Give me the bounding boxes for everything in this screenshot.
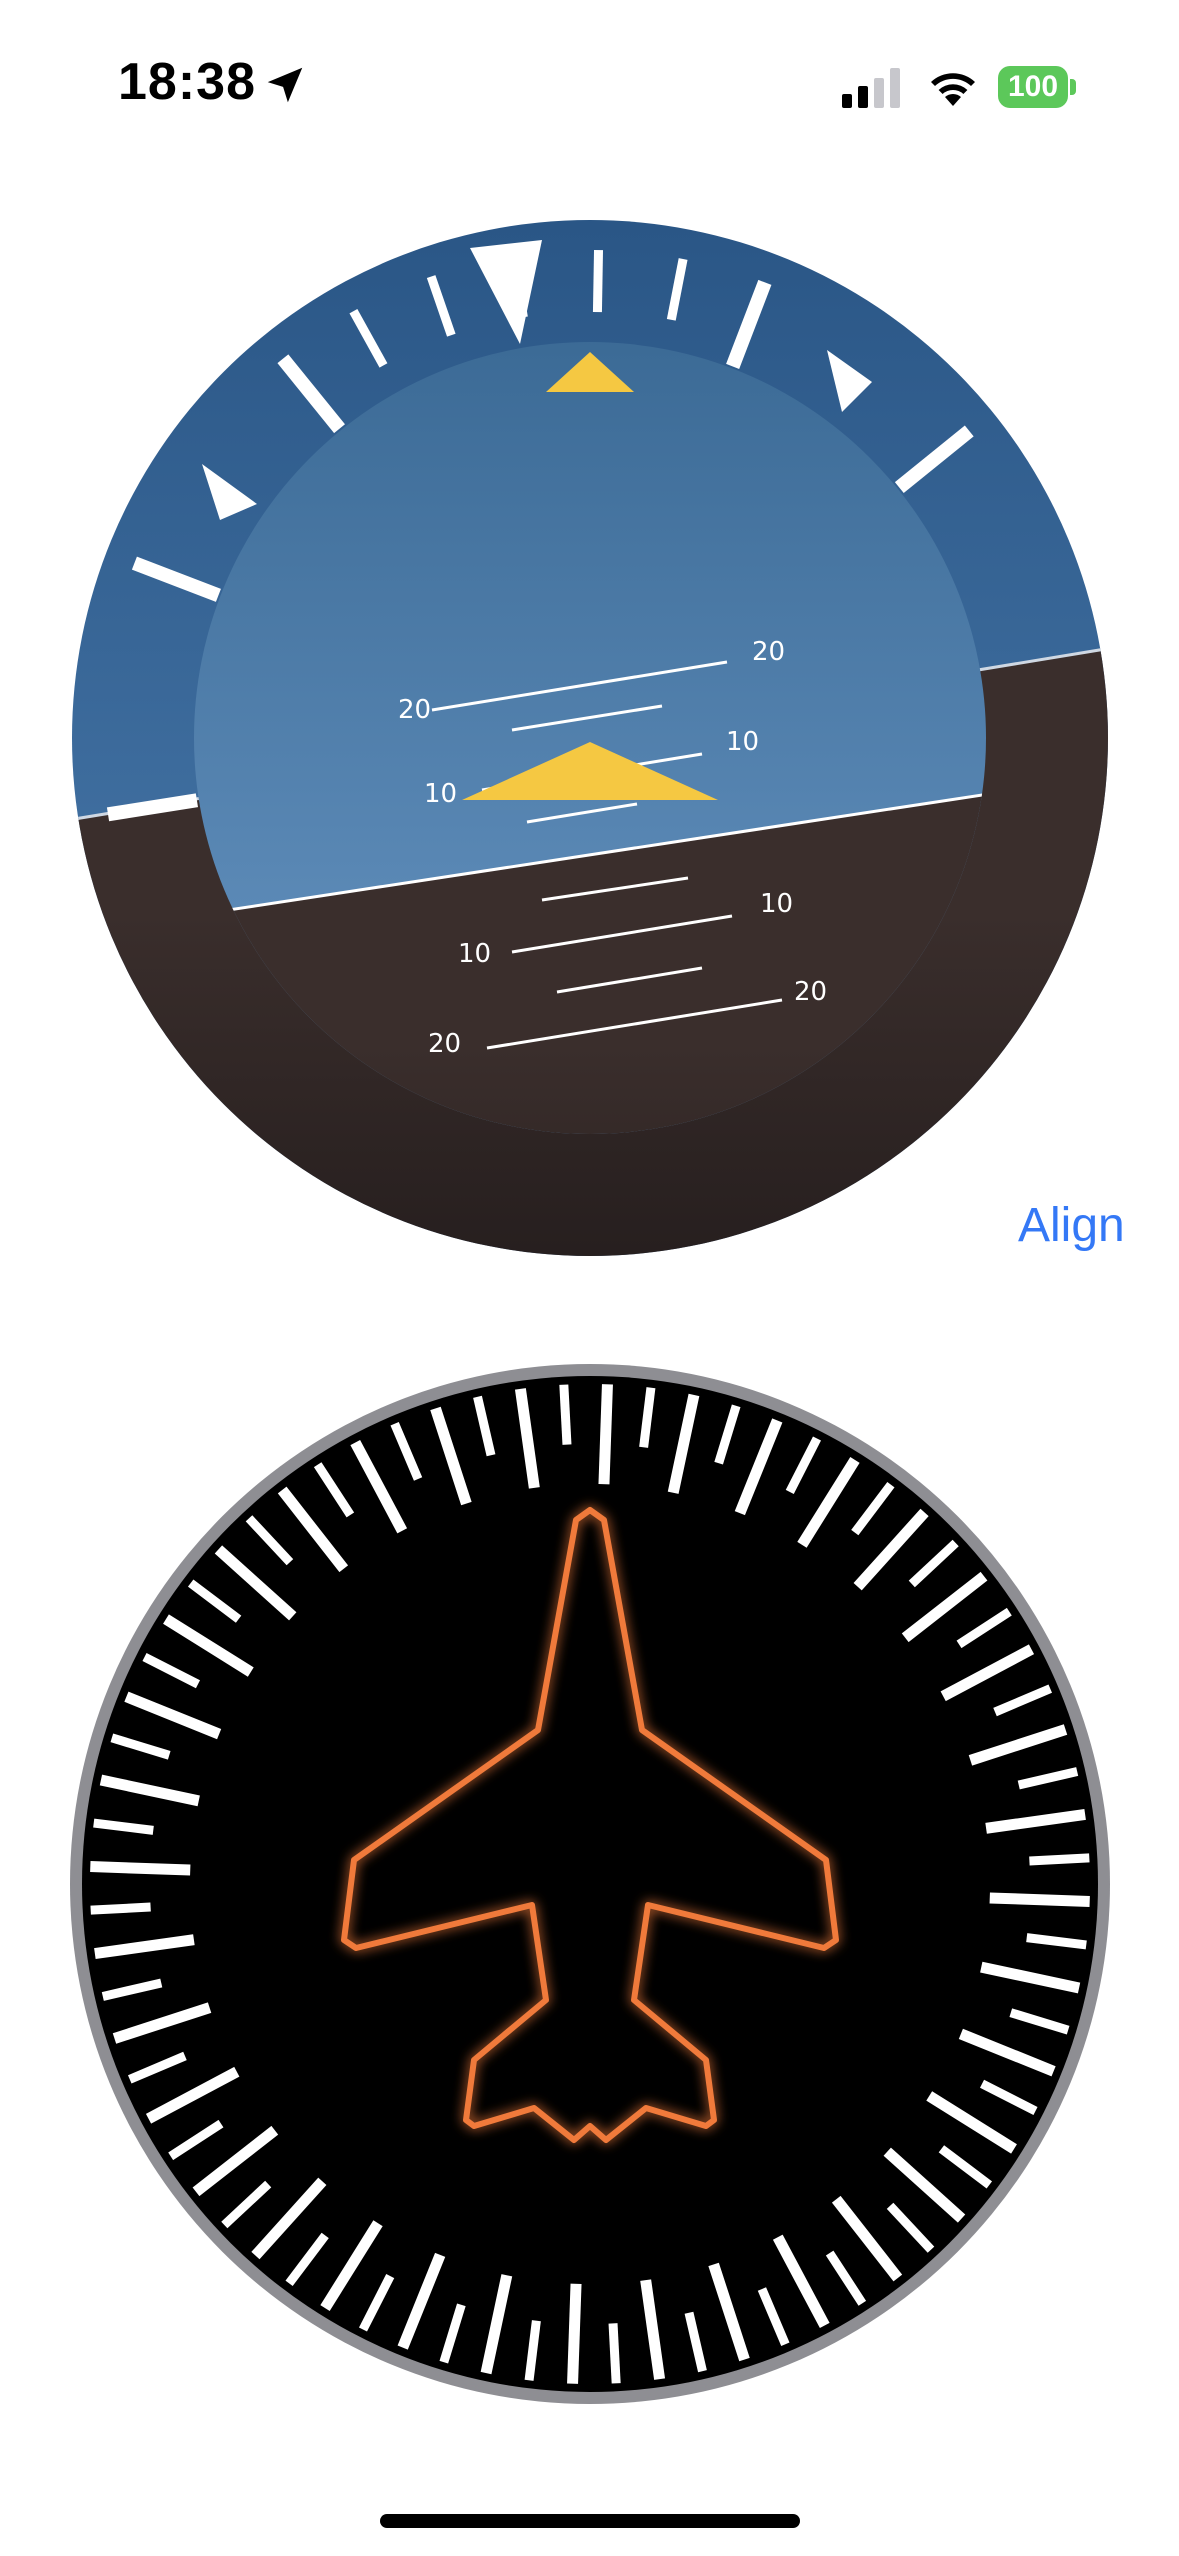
compass-face <box>82 1376 1098 2392</box>
compass-tick <box>598 1384 613 1485</box>
battery-tip <box>1070 79 1076 95</box>
compass-tick <box>90 1861 191 1876</box>
bank-tick <box>592 249 604 313</box>
align-button[interactable]: Align <box>1018 1198 1125 1253</box>
compass-tick <box>559 1384 572 1445</box>
attitude-indicator: 20 20 10 10 10 10 20 20 <box>72 220 1108 1256</box>
home-indicator[interactable] <box>380 2514 800 2528</box>
compass-tick <box>1029 1853 1090 1866</box>
compass-tick <box>608 2323 621 2384</box>
status-time: 18:38 <box>118 53 256 111</box>
compass-tick <box>567 2283 582 2384</box>
compass-tick <box>989 1892 1090 1907</box>
cellular-signal-icon <box>842 68 900 108</box>
compass-tick <box>90 1902 151 1915</box>
battery-level: 100 <box>998 66 1068 108</box>
battery-icon: 100 <box>998 66 1076 108</box>
status-bar: 18:38 100 <box>0 0 1179 160</box>
wifi-icon <box>931 73 975 106</box>
location-arrow-icon <box>267 67 303 103</box>
heading-indicator <box>70 1364 1110 2404</box>
